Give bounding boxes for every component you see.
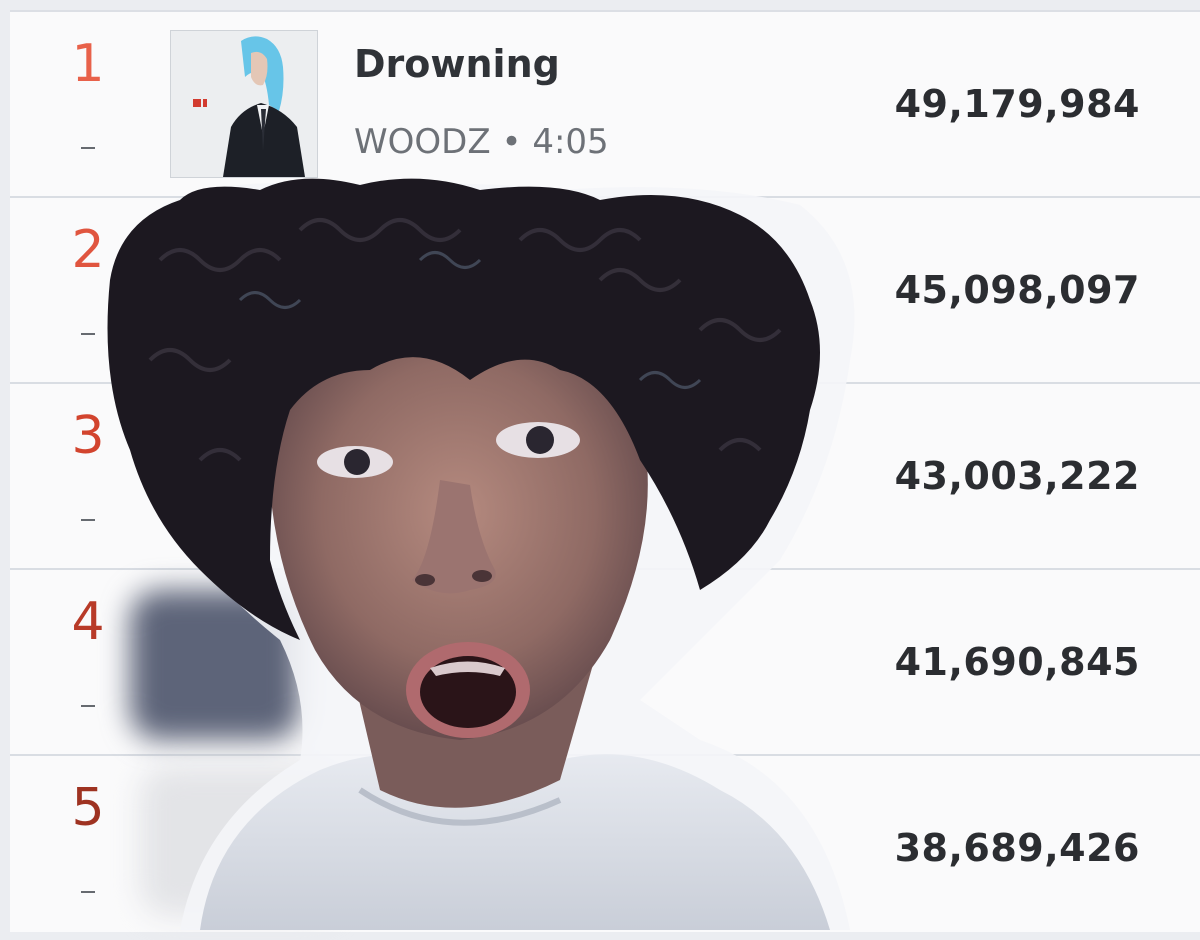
chart-row-1[interactable]: 1 Drowning WOODZ • 4:05 49,179,984 (10, 12, 1200, 198)
no-change-icon (72, 142, 104, 154)
streaming-chart-list: 1 Drowning WOODZ • 4:05 49,179,984 2 45, (10, 10, 1200, 932)
stream-count: 38,689,426 (894, 826, 1140, 870)
rank-number: 2 (71, 220, 105, 280)
chart-row-5[interactable]: 5 38,689,426 (10, 756, 1200, 940)
rank-number: 1 (71, 34, 105, 94)
track-title[interactable]: Drowning (354, 42, 560, 86)
chart-row-2[interactable]: 2 45,098,097 (10, 198, 1200, 384)
blurred-album-cover (140, 766, 340, 916)
separator-dot: • (501, 122, 522, 162)
blurred-album-cover (130, 590, 300, 740)
track-duration: 4:05 (532, 122, 609, 162)
album-cover[interactable] (170, 30, 318, 178)
no-change-icon (72, 700, 104, 712)
artist-name[interactable]: WOODZ (354, 122, 491, 162)
no-change-icon (72, 886, 104, 898)
rank-number: 5 (71, 778, 105, 838)
rank-number: 3 (71, 406, 105, 466)
stream-count: 45,098,097 (894, 268, 1140, 312)
no-change-icon (72, 328, 104, 340)
chart-row-3[interactable]: 3 43,003,222 (10, 384, 1200, 570)
stream-count: 41,690,845 (894, 640, 1140, 684)
no-change-icon (72, 514, 104, 526)
rank-number: 4 (71, 592, 105, 652)
chart-row-4[interactable]: 4 41,690,845 (10, 570, 1200, 756)
stream-count: 43,003,222 (894, 454, 1140, 498)
stream-count: 49,179,984 (894, 82, 1140, 126)
track-meta: WOODZ • 4:05 (354, 122, 609, 162)
